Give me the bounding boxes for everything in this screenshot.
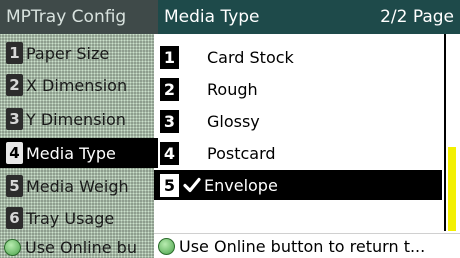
media-type-panel: Media Type 2/2 Page 1 Card Stock 2 Rough… [154, 0, 460, 258]
menu-item-label: X Dimension [26, 75, 128, 95]
item-number-badge: 3 [6, 108, 23, 130]
option-glossy[interactable]: 3 Glossy [154, 106, 442, 136]
option-rough[interactable]: 2 Rough [154, 74, 442, 104]
page-indicator: 2/2 Page [380, 7, 454, 27]
menu-item-label: Tray Usage [26, 208, 115, 228]
option-label: Rough [207, 79, 258, 99]
option-number-badge: 4 [160, 141, 179, 165]
menu-item-media-weight[interactable]: 5 Media Weigh [0, 171, 158, 201]
online-button-icon [158, 238, 175, 255]
menu-item-label: Y Dimension [26, 109, 126, 129]
item-number-badge: 1 [6, 42, 23, 64]
media-type-header: Media Type 2/2 Page [154, 0, 460, 34]
item-number-badge: 4 [6, 142, 23, 164]
checkmark-icon [183, 177, 201, 193]
online-button-icon [4, 238, 21, 256]
option-envelope[interactable]: 5 Envelope [154, 170, 442, 200]
menu-item-label: Media Type [26, 143, 116, 163]
option-number-badge: 1 [160, 45, 179, 69]
menu-item-tray-usage[interactable]: 6 Tray Usage [0, 203, 158, 233]
config-panel-title: MPTray Config [0, 0, 158, 34]
item-number-badge: 6 [6, 207, 23, 229]
menu-item-y-dimension[interactable]: 3 Y Dimension [0, 104, 158, 134]
item-number-badge: 5 [6, 175, 23, 197]
option-postcard[interactable]: 4 Postcard [154, 138, 442, 168]
hint-text: Use Online bu [25, 237, 137, 257]
media-panel-hint: Use Online button to return t... [154, 233, 460, 258]
option-number-badge: 2 [160, 77, 179, 101]
option-card-stock[interactable]: 1 Card Stock [154, 42, 442, 72]
option-label: Envelope [204, 175, 278, 195]
menu-item-label: Media Weigh [26, 176, 129, 196]
config-panel-hint: Use Online bu [0, 236, 158, 258]
menu-item-paper-size[interactable]: 1 Paper Size [0, 38, 158, 68]
menu-item-x-dimension[interactable]: 2 X Dimension [0, 70, 158, 100]
scrollbar[interactable] [444, 34, 456, 231]
scrollbar-thumb[interactable] [448, 147, 456, 231]
panel-title: Media Type [164, 7, 260, 27]
printer-lcd-screen: MPTray Config 1 Paper Size 2 X Dimension… [0, 0, 460, 258]
option-label: Glossy [207, 111, 260, 131]
hint-text: Use Online button to return t... [179, 237, 426, 256]
option-label: Card Stock [207, 47, 294, 67]
item-number-badge: 2 [6, 74, 23, 96]
menu-item-label: Paper Size [26, 43, 110, 63]
option-number-badge: 3 [160, 109, 179, 133]
menu-item-media-type[interactable]: 4 Media Type [0, 138, 158, 168]
option-number-badge: 5 [160, 173, 179, 197]
mptray-config-panel: MPTray Config 1 Paper Size 2 X Dimension… [0, 0, 158, 258]
option-label: Postcard [207, 143, 276, 163]
